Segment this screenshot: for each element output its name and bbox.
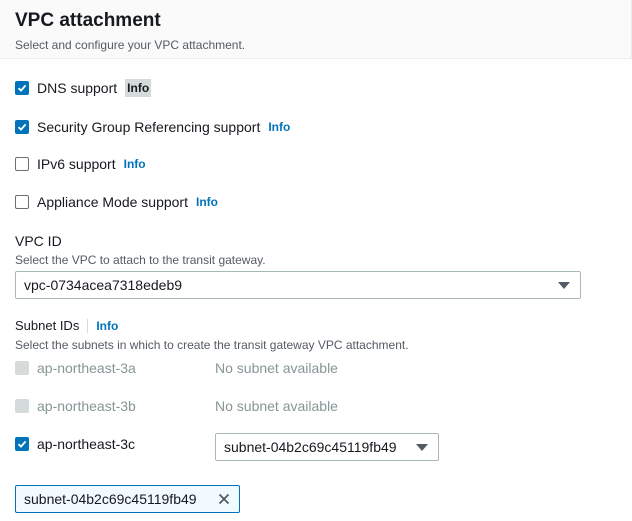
- zone-3c-checkbox[interactable]: [15, 437, 29, 451]
- checkbox-checked-icon: [17, 84, 27, 92]
- section-subtitle: Select and configure your VPC attachment…: [15, 38, 246, 52]
- zone-3b-label: ap-northeast-3b: [37, 398, 136, 414]
- sg-referencing-option[interactable]: Security Group Referencing support Info: [15, 117, 290, 137]
- subnet-ids-info-link[interactable]: Info: [96, 319, 118, 333]
- ipv6-support-info-link[interactable]: Info: [124, 157, 146, 171]
- sg-referencing-label: Security Group Referencing support: [37, 119, 261, 135]
- zone-row-3b: ap-northeast-3b: [15, 396, 136, 416]
- zone-3a-label: ap-northeast-3a: [37, 360, 136, 376]
- caret-down-icon: [558, 281, 570, 289]
- vpc-id-select[interactable]: vpc-0734acea7318edeb9: [15, 271, 581, 299]
- subnet-token-label: subnet-04b2c69c45119fb49: [24, 491, 197, 507]
- dns-support-option[interactable]: DNS support Info: [15, 78, 152, 98]
- checkbox-checked-icon: [17, 440, 27, 448]
- divider: [87, 318, 89, 333]
- zone-row-3a: ap-northeast-3a: [15, 358, 136, 378]
- ipv6-support-option[interactable]: IPv6 support Info: [15, 154, 146, 174]
- zone-3a-checkbox: [15, 361, 29, 375]
- dns-support-info-link[interactable]: Info: [125, 79, 152, 97]
- zone-3c-label: ap-northeast-3c: [37, 436, 136, 452]
- appliance-mode-info-link[interactable]: Info: [196, 195, 218, 209]
- dns-support-label: DNS support: [37, 80, 118, 96]
- subnet-ids-description: Select the subnets in which to create th…: [15, 338, 409, 352]
- vpc-id-label: VPC ID: [15, 233, 62, 249]
- appliance-mode-label: Appliance Mode support: [37, 194, 188, 210]
- caret-down-icon: [416, 443, 428, 451]
- vpc-id-value: vpc-0734acea7318edeb9: [24, 277, 183, 293]
- vpc-id-description: Select the VPC to attach to the transit …: [15, 253, 266, 267]
- zone-3c-subnet-select[interactable]: subnet-04b2c69c45119fb49: [215, 433, 439, 461]
- remove-token-button[interactable]: [218, 493, 230, 505]
- section-header: VPC attachment Select and configure your…: [0, 0, 632, 59]
- zone-3b-checkbox: [15, 399, 29, 413]
- close-icon: [218, 493, 230, 505]
- ipv6-support-label: IPv6 support: [37, 156, 116, 172]
- dns-support-checkbox[interactable]: [15, 81, 29, 95]
- section-title: VPC attachment: [15, 10, 161, 31]
- sg-referencing-checkbox[interactable]: [15, 120, 29, 134]
- appliance-mode-option[interactable]: Appliance Mode support Info: [15, 192, 218, 212]
- zone-3a-status: No subnet available: [215, 360, 338, 376]
- subnet-ids-heading: Subnet IDs Info: [15, 318, 118, 333]
- zone-3b-status: No subnet available: [215, 398, 338, 414]
- subnet-ids-label: Subnet IDs: [15, 318, 80, 333]
- subnet-token: subnet-04b2c69c45119fb49: [15, 485, 240, 513]
- checkbox-checked-icon: [17, 123, 27, 131]
- sg-referencing-info-link[interactable]: Info: [268, 120, 290, 134]
- appliance-mode-checkbox[interactable]: [15, 195, 29, 209]
- zone-3c-subnet-value: subnet-04b2c69c45119fb49: [224, 439, 397, 455]
- ipv6-support-checkbox[interactable]: [15, 157, 29, 171]
- zone-row-3c[interactable]: ap-northeast-3c: [15, 434, 135, 454]
